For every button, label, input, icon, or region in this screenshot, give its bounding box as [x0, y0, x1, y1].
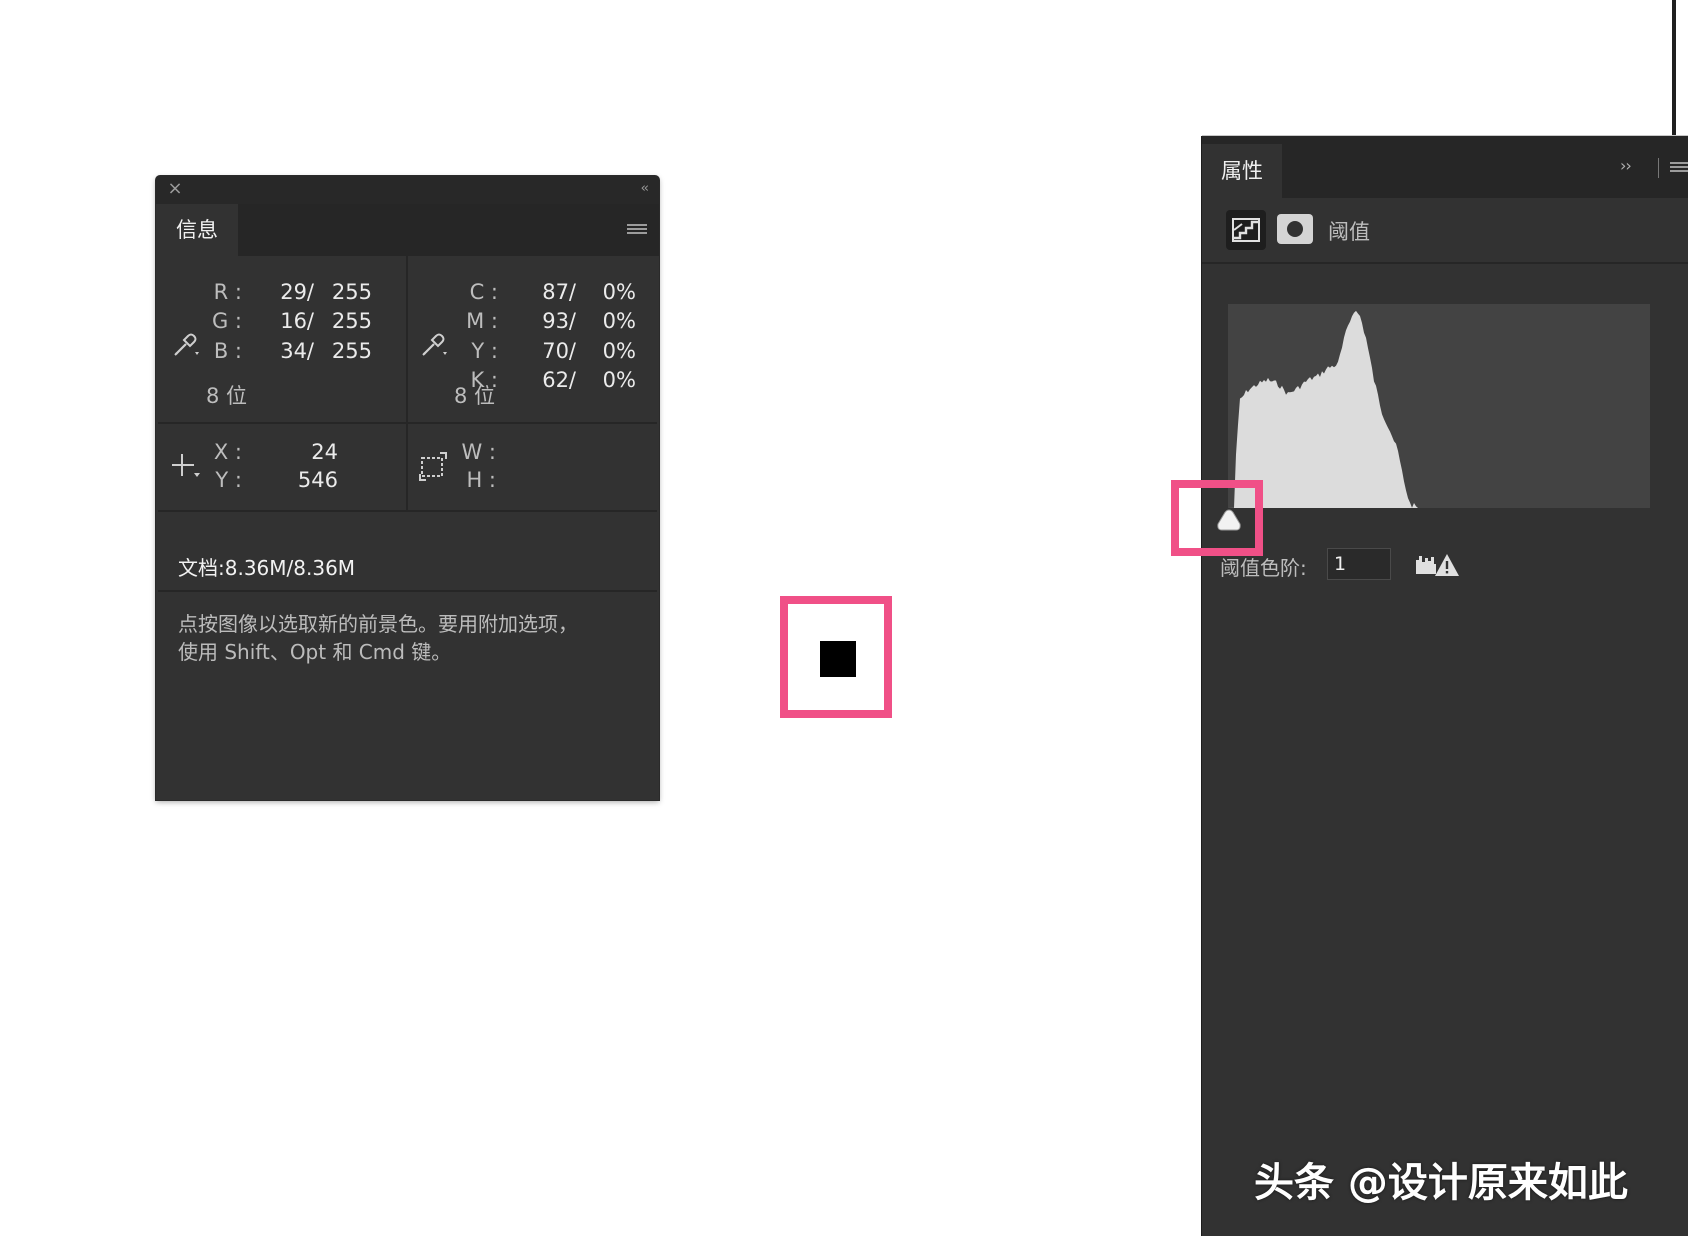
info-panel-titlebar[interactable]: × ‹‹: [156, 176, 659, 204]
rgb-r-max: 255: [331, 280, 372, 304]
tab-info[interactable]: 信息: [156, 204, 238, 256]
adjustment-title: 阈值: [1328, 220, 1370, 244]
info-tab-row: 信息: [156, 204, 659, 256]
document-size: 文档:8.36M/8.36M: [178, 556, 356, 580]
mask-icon[interactable]: [1277, 214, 1313, 244]
watermark: 头条 @设计原来如此: [1254, 1160, 1628, 1206]
rgb-b-label: B :: [213, 339, 242, 363]
panel-menu-icon[interactable]: [627, 224, 647, 236]
properties-tab-row: 属性 ››: [1202, 136, 1688, 198]
rgb-r-label: R :: [213, 280, 242, 304]
w-label: W :: [461, 440, 496, 464]
histogram: [1228, 304, 1650, 508]
threshold-slider-handle[interactable]: [1216, 508, 1242, 532]
selection-size-icon[interactable]: [418, 450, 450, 482]
rgb-g-value: 16/: [280, 309, 314, 333]
hint-line-2: 使用 Shift、Opt 和 Cmd 键。: [178, 640, 452, 664]
properties-panel: 属性 ›› 阈值 阈值色阶:: [1202, 136, 1688, 1236]
hint-line-1: 点按图像以选取新的前景色。要用附加选项，: [178, 612, 578, 636]
cmyk-m-value: 93/: [542, 309, 576, 333]
eyedropper-icon[interactable]: [418, 328, 450, 360]
cmyk-k-value: 62/: [542, 368, 576, 392]
threshold-level-input[interactable]: [1327, 548, 1391, 580]
cmyk-c-pct: 0%: [602, 280, 636, 304]
rgb-r-value: 29/: [280, 280, 314, 304]
cmyk-c-value: 87/: [542, 280, 576, 304]
color-readout-section: R : G : B : 29/ 16/ 34/ 255 255 255 8 位 …: [156, 256, 659, 422]
expand-icon[interactable]: ››: [1620, 156, 1632, 175]
cmyk-m-pct: 0%: [602, 309, 636, 333]
cmyk-c-label: C :: [469, 280, 498, 304]
cmyk-y-value: 70/: [542, 339, 576, 363]
panel-menu-icon[interactable]: [1670, 162, 1688, 174]
color-swatch: [820, 641, 856, 677]
canvas: × ‹‹ 信息 R : G : B : 29/ 16/ 34/ 255 255 …: [0, 0, 1688, 1236]
y-label: Y :: [215, 468, 242, 492]
adjustment-layer-icon[interactable]: [1226, 210, 1266, 250]
cmyk-bit-depth: 8 位: [454, 384, 496, 408]
cmyk-y-pct: 0%: [602, 339, 636, 363]
cmyk-m-label: M :: [466, 309, 498, 333]
x-value: 24: [311, 440, 338, 464]
histogram-warning-icon[interactable]: [1414, 552, 1460, 578]
rgb-b-max: 255: [331, 339, 372, 363]
adjustment-header: 阈值: [1202, 198, 1688, 264]
rgb-bit-depth: 8 位: [206, 384, 248, 408]
coordinates-section: X : Y : 24 546 W : H :: [156, 424, 659, 510]
rgb-g-label: G :: [211, 309, 242, 333]
panel-edge: [1672, 0, 1676, 136]
hint-text: 点按图像以选取新的前景色。要用附加选项， 使用 Shift、Opt 和 Cmd …: [178, 610, 638, 666]
rgb-g-max: 255: [331, 309, 372, 333]
eyedropper-icon[interactable]: [170, 328, 202, 360]
cmyk-y-label: Y :: [471, 339, 498, 363]
x-label: X :: [213, 440, 242, 464]
tab-properties[interactable]: 属性: [1202, 144, 1282, 198]
collapse-icon[interactable]: ‹‹: [641, 181, 650, 196]
cmyk-k-pct: 0%: [602, 368, 636, 392]
threshold-level-label: 阈值色阶:: [1220, 556, 1307, 580]
info-panel: × ‹‹ 信息 R : G : B : 29/ 16/ 34/ 255 255 …: [156, 176, 659, 800]
y-value: 546: [297, 468, 338, 492]
close-icon[interactable]: ×: [166, 180, 184, 198]
rgb-b-value: 34/: [280, 339, 314, 363]
h-label: H :: [466, 468, 496, 492]
crosshair-icon[interactable]: [170, 450, 202, 482]
